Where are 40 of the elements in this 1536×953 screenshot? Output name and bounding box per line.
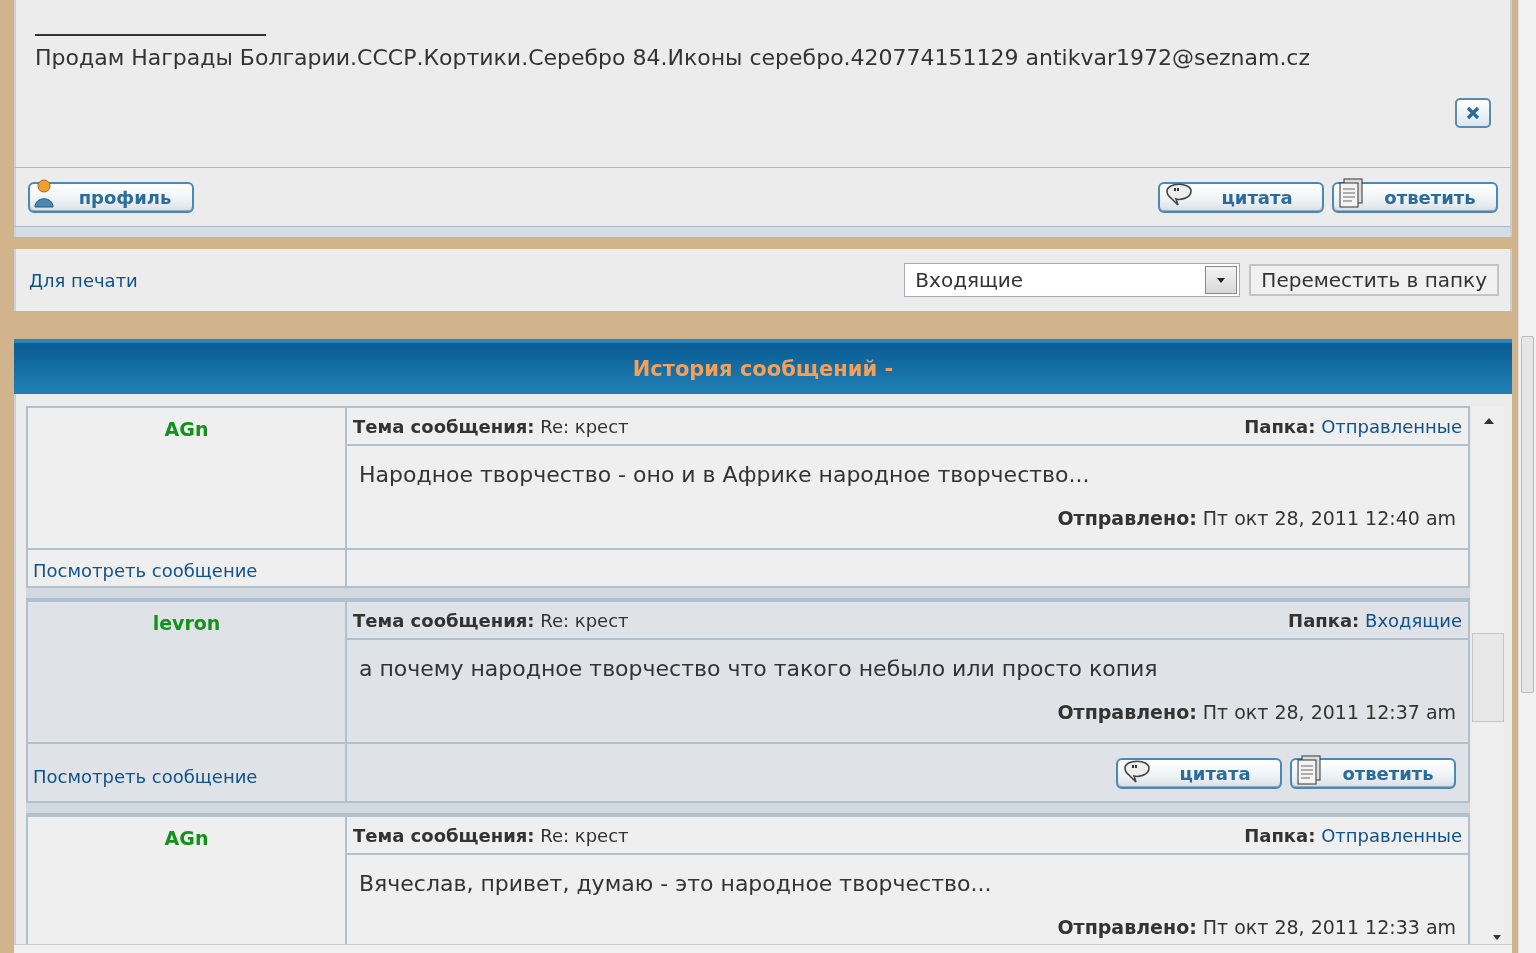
signature-text: Продам Награды Болгарии.СССР.Кортики.Серебро 84.Иконы серебро.420774151129 antikvar1972@seznam.cz — [35, 45, 1311, 70]
quote-button[interactable]: цитата — [1158, 181, 1324, 213]
quote-button[interactable]: цитата — [1116, 758, 1283, 789]
document-icon — [1338, 177, 1366, 209]
sent-date: Отправлено: Пт окт 28, 2011 12:40 am — [1057, 507, 1457, 529]
history-title: История сообщений - — [632, 356, 894, 381]
scroll-down-icon[interactable] — [1493, 935, 1502, 940]
view-message-link[interactable]: Посмотреть сообщение — [33, 766, 258, 787]
folder-link[interactable]: Отправленные — [1321, 824, 1463, 846]
folder-label: Папка: — [1244, 415, 1316, 437]
sent-date: Отправлено: Пт окт 28, 2011 12:37 am — [1057, 701, 1457, 723]
reply-button[interactable]: ответить — [1290, 758, 1457, 789]
view-message-link[interactable]: Посмотреть сообщение — [33, 560, 258, 581]
dropdown-arrow-icon — [1217, 277, 1226, 283]
message-text: Народное творчество - оно и в Африке народное творчество... — [359, 462, 1091, 487]
folder-link[interactable]: Отправленные — [1321, 415, 1463, 437]
message-text: а почему народное творчество что такого небыло или просто копия — [359, 656, 1159, 681]
author-name[interactable]: AGn — [164, 827, 209, 849]
close-icon — [1465, 106, 1481, 120]
scroll-up-icon[interactable] — [1484, 418, 1495, 424]
author-name[interactable]: levron — [152, 612, 221, 634]
folder-label: Папка: — [1244, 824, 1316, 846]
print-link[interactable]: Для печати — [29, 269, 138, 291]
subject-text: Тема сообщения: Re: крест — [353, 609, 629, 631]
subject-text: Тема сообщения: Re: крест — [353, 824, 629, 846]
subject-text: Тема сообщения: Re: крест — [353, 415, 629, 437]
folder-link[interactable]: Входящие — [1365, 609, 1463, 631]
profile-button[interactable]: профиль — [28, 181, 194, 213]
scrollbar-thumb[interactable] — [1472, 633, 1505, 722]
folder-label: Папка: — [1288, 609, 1360, 631]
folder-select[interactable]: Входящие — [904, 263, 1241, 297]
message-text: Вячеслав, привет, думаю - это народное творчество... — [359, 871, 993, 896]
reply-button[interactable]: ответить — [1332, 181, 1498, 213]
move-to-folder-button[interactable]: Переместить в папку — [1249, 264, 1499, 296]
sent-date: Отправлено: Пт окт 28, 2011 12:33 am — [1057, 916, 1457, 938]
author-name[interactable]: AGn — [164, 418, 209, 440]
close-button[interactable] — [1455, 98, 1491, 128]
page-scrollbar-thumb[interactable] — [1521, 336, 1534, 693]
horizontal-scrollbar[interactable] — [14, 944, 1512, 953]
page-scrollbar[interactable] — [1518, 0, 1536, 953]
